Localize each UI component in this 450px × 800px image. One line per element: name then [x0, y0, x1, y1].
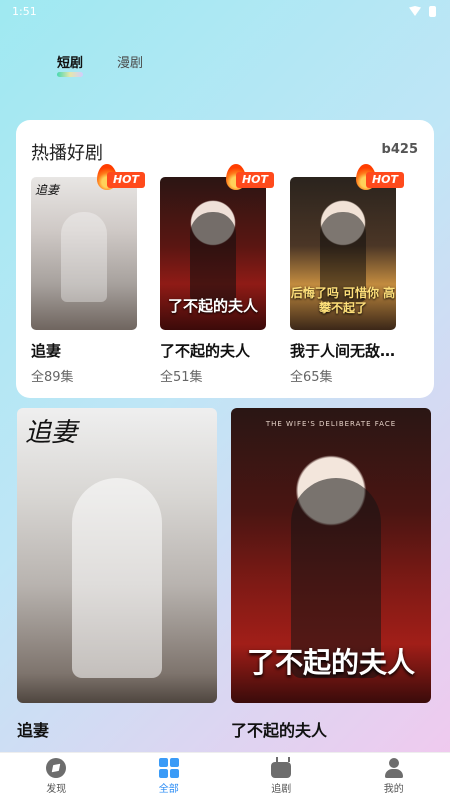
hot-item-name: 我于人间无敌… — [290, 342, 396, 360]
hot-item-episodes: 全51集 — [160, 370, 203, 385]
nav-following-label: 追剧 — [271, 784, 292, 795]
nav-all[interactable]: 全部 — [129, 758, 209, 795]
nav-profile-label: 我的 — [383, 784, 404, 795]
nav-discover[interactable]: 发现 — [16, 758, 96, 795]
tv-icon — [271, 762, 292, 778]
hot-section-card: 热播好剧 b425 追妻 HOT 追妻 全89集 了不起的夫人 HOT 了不起的… — [16, 120, 434, 398]
wifi-icon — [409, 6, 421, 16]
cover-text: 了不起的夫人 — [246, 646, 415, 679]
hot-badge: HOT — [97, 164, 145, 190]
hot-badge: HOT — [226, 164, 274, 190]
hot-item-1[interactable]: 追妻 HOT 追妻 全89集 — [31, 164, 145, 385]
hot-item-cover[interactable]: 追妻 — [31, 177, 137, 330]
feed-item-cover[interactable]: 追妻 — [17, 408, 217, 703]
feed-item-name: 追妻 — [17, 721, 50, 740]
status-time: 1:51 — [12, 4, 37, 18]
tab-comic-drama-label: 漫剧 — [117, 56, 144, 71]
status-icons — [409, 5, 436, 17]
cover-subtitle: THE WIFE'S DELIBERATE FACE — [265, 420, 397, 428]
user-icon — [384, 758, 404, 778]
nav-profile[interactable]: 我的 — [354, 758, 434, 795]
hot-item-episodes: 全89集 — [31, 370, 74, 385]
feed-item-1[interactable]: 追妻 追妻 — [17, 408, 217, 741]
hot-badge: HOT — [356, 164, 404, 190]
nav-discover-label: 发现 — [46, 784, 67, 795]
battery-icon — [429, 5, 436, 17]
hot-section-title: 热播好剧 — [31, 143, 103, 164]
cover-text: 追妻 — [25, 418, 78, 448]
tab-comic-drama[interactable]: 漫剧 — [117, 52, 143, 71]
status-bar: 1:51 — [0, 0, 450, 22]
hot-badge-label: HOT — [236, 172, 274, 188]
bottom-nav: 发现 全部 追剧 我的 — [0, 752, 450, 800]
grid-icon — [158, 758, 179, 778]
cover-art — [72, 478, 162, 678]
hot-item-2[interactable]: 了不起的夫人 HOT 了不起的夫人 全51集 — [160, 164, 274, 385]
nav-following[interactable]: 追剧 — [241, 758, 321, 795]
hot-item-cover[interactable]: 了不起的夫人 — [160, 177, 266, 330]
hot-item-cover[interactable]: 后悔了吗 可惜你 高攀不起了 — [290, 177, 396, 330]
tab-short-drama[interactable]: 短剧 — [57, 52, 84, 77]
hot-badge-label: HOT — [366, 172, 404, 188]
feed-item-2[interactable]: THE WIFE'S DELIBERATE FACE 了不起的夫人 了不起的夫人 — [231, 408, 431, 741]
hot-badge-label: HOT — [107, 172, 145, 188]
hot-item-3[interactable]: 后悔了吗 可惜你 高攀不起了 HOT 我于人间无敌… 全65集 — [290, 164, 404, 385]
cover-text: 后悔了吗 可惜你 高攀不起了 — [290, 286, 396, 315]
hot-item-episodes: 全65集 — [290, 370, 333, 385]
cover-text: 了不起的夫人 — [167, 297, 258, 315]
cover-art — [190, 212, 236, 302]
nav-all-label: 全部 — [158, 784, 179, 795]
tab-active-indicator — [57, 72, 83, 77]
cover-text: 追妻 — [35, 183, 60, 197]
cover-art — [61, 212, 107, 302]
feed-item-name: 了不起的夫人 — [231, 721, 328, 740]
feed-item-cover[interactable]: THE WIFE'S DELIBERATE FACE 了不起的夫人 — [231, 408, 431, 703]
hot-section-code: b425 — [381, 142, 418, 157]
compass-icon — [46, 758, 67, 778]
top-tabs: 短剧 漫剧 — [57, 52, 143, 77]
hot-item-name: 追妻 — [31, 342, 62, 360]
hot-item-name: 了不起的夫人 — [160, 342, 251, 360]
tab-short-drama-label: 短剧 — [57, 56, 84, 71]
